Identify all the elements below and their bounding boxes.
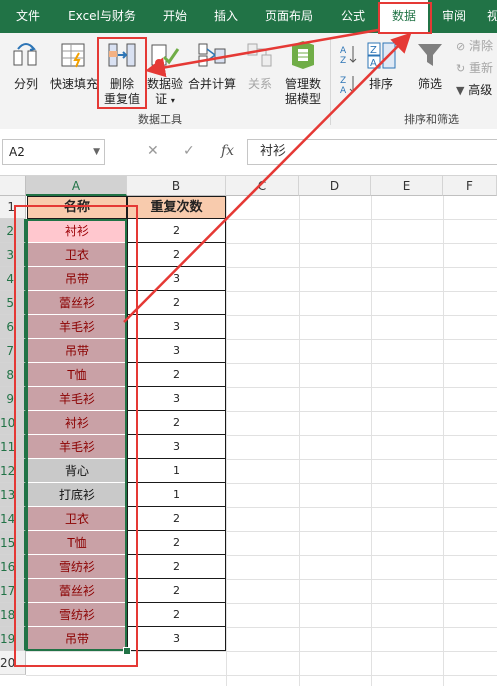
arrow-to-data-tab <box>123 32 412 323</box>
arrow-to-remove-duplicates <box>145 28 379 78</box>
annotation-arrows <box>123 28 412 323</box>
